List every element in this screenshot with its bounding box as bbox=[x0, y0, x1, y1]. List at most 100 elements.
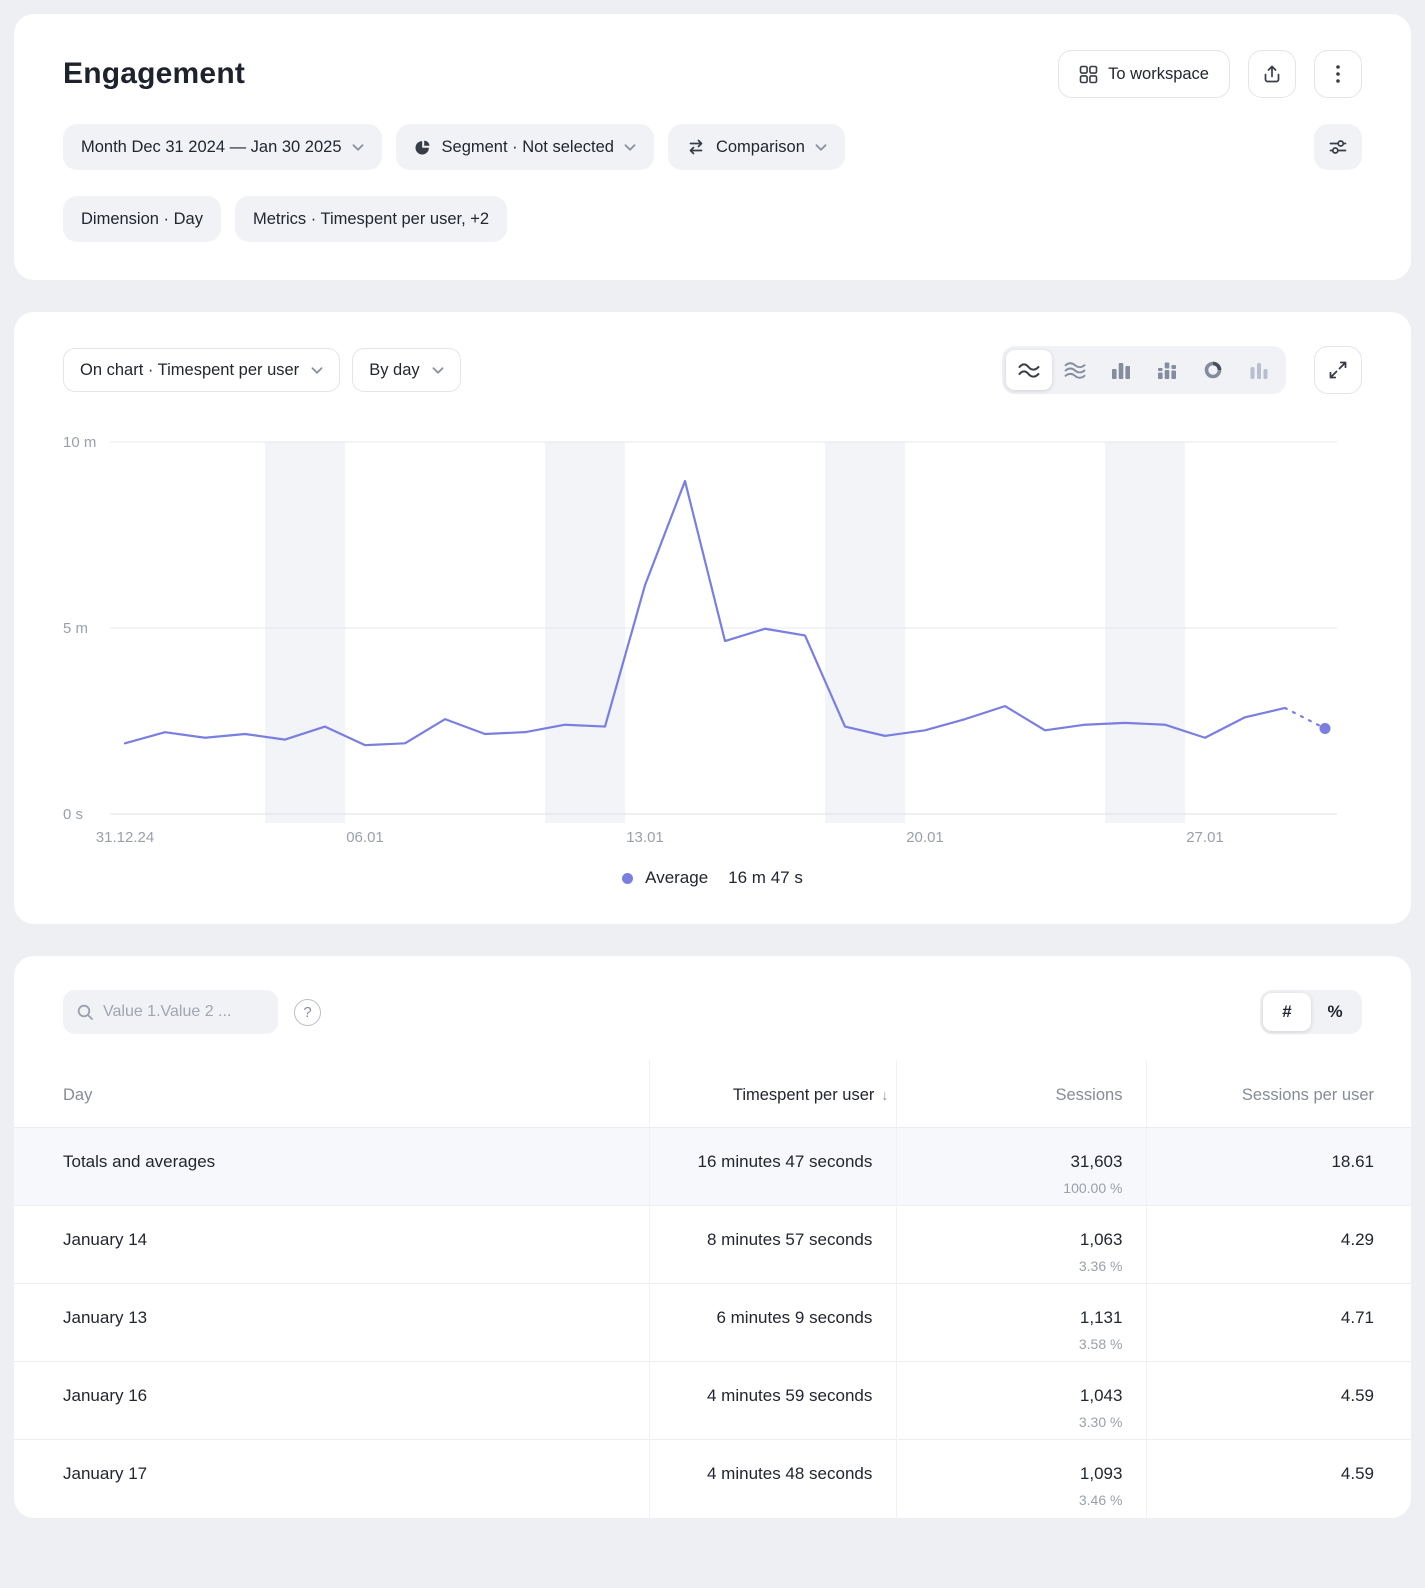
timespent-cell: 8 minutes 57 seconds bbox=[650, 1206, 897, 1284]
granularity-dropdown[interactable]: By day bbox=[352, 348, 460, 392]
day-cell: January 13 bbox=[14, 1284, 650, 1362]
metrics-chip[interactable]: Metrics · Timespent per user, +2 bbox=[235, 196, 507, 242]
column-header-sessions[interactable]: Sessions bbox=[897, 1060, 1147, 1128]
chart-type-histogram-button[interactable] bbox=[1236, 350, 1282, 390]
sort-desc-icon: ↓ bbox=[881, 1087, 888, 1103]
timespent-line-chart[interactable]: 0 s5 m10 m31.12.2406.0113.0120.0127.01 bbox=[63, 424, 1362, 854]
chevron-down-icon bbox=[432, 367, 444, 374]
format-percent-button[interactable]: % bbox=[1311, 993, 1359, 1031]
search-box bbox=[63, 990, 278, 1034]
sessions-value: 1,063 bbox=[909, 1230, 1122, 1250]
stacked-area-icon bbox=[1064, 361, 1086, 379]
comparison-filter-chip[interactable]: Comparison bbox=[668, 124, 845, 170]
legend-series-value: 16 m 47 s bbox=[728, 868, 803, 888]
period-filter-label: Month Dec 31 2024 — Jan 30 2025 bbox=[81, 138, 342, 157]
sessions-per-user-cell: 4.59 bbox=[1147, 1440, 1411, 1518]
sessions-value: 1,131 bbox=[909, 1308, 1122, 1328]
day-cell: January 17 bbox=[14, 1440, 650, 1518]
sessions-value: 1,093 bbox=[909, 1464, 1122, 1484]
column-header-timespent-label: Timespent per user bbox=[733, 1086, 875, 1104]
sessions-percent: 100.00 % bbox=[909, 1180, 1122, 1196]
to-workspace-label: To workspace bbox=[1108, 65, 1209, 84]
metrics-chip-label: Metrics · Timespent per user, +2 bbox=[253, 210, 489, 229]
chart-legend: Average 16 m 47 s bbox=[63, 868, 1362, 888]
day-cell: January 16 bbox=[14, 1362, 650, 1440]
to-workspace-button[interactable]: To workspace bbox=[1058, 50, 1230, 98]
chevron-down-icon bbox=[311, 367, 323, 374]
svg-text:20.01: 20.01 bbox=[906, 829, 944, 846]
comparison-filter-label: Comparison bbox=[716, 138, 805, 157]
svg-text:06.01: 06.01 bbox=[346, 829, 384, 846]
segment-filter-chip[interactable]: Segment · Not selected bbox=[396, 124, 654, 170]
kebab-menu-icon bbox=[1336, 65, 1340, 83]
timespent-cell: 4 minutes 48 seconds bbox=[650, 1440, 897, 1518]
period-filter-chip[interactable]: Month Dec 31 2024 — Jan 30 2025 bbox=[63, 124, 382, 170]
chart-type-pie-button[interactable] bbox=[1190, 350, 1236, 390]
sessions-value: 31,603 bbox=[909, 1152, 1122, 1172]
table-row: January 164 minutes 59 seconds 1,043 3.30 … bbox=[14, 1362, 1411, 1440]
chart-type-columns-button[interactable] bbox=[1098, 350, 1144, 390]
on-chart-metric-label: On chart · Timespent per user bbox=[80, 361, 299, 380]
engagement-table: Day Timespent per user ↓ Sessions Session… bbox=[14, 1060, 1411, 1518]
header-actions: To workspace bbox=[1058, 50, 1362, 98]
sessions-per-user-cell: 4.59 bbox=[1147, 1362, 1411, 1440]
dimension-chip-label: Dimension · Day bbox=[81, 210, 203, 229]
dimension-chip[interactable]: Dimension · Day bbox=[63, 196, 221, 242]
table-row: January 174 minutes 48 seconds1,0933.46 … bbox=[14, 1440, 1411, 1518]
sessions-value: 1,043 bbox=[909, 1386, 1122, 1406]
sessions-percent: 3.30 % bbox=[909, 1414, 1122, 1430]
resize-chart-icon bbox=[1328, 360, 1348, 380]
table-row: January 148 minutes 57 seconds 1,063 3.36 … bbox=[14, 1206, 1411, 1284]
on-chart-metric-dropdown[interactable]: On chart · Timespent per user bbox=[63, 348, 340, 392]
segment-pie-icon bbox=[414, 138, 432, 156]
svg-text:10 m: 10 m bbox=[63, 434, 96, 451]
chart-type-line-button[interactable] bbox=[1006, 350, 1052, 390]
more-menu-button[interactable] bbox=[1314, 50, 1362, 98]
timespent-cell: 4 minutes 59 seconds bbox=[650, 1362, 897, 1440]
page-title: Engagement bbox=[63, 57, 245, 91]
export-button[interactable] bbox=[1248, 50, 1296, 98]
timespent-cell: 16 minutes 47 seconds bbox=[650, 1128, 897, 1206]
svg-text:0 s: 0 s bbox=[63, 806, 83, 823]
engagement-page: Engagement To workspace bbox=[0, 0, 1425, 1532]
column-header-timespent[interactable]: Timespent per user ↓ bbox=[650, 1060, 897, 1128]
sessions-cell: 31,603 100.00 % bbox=[897, 1128, 1147, 1206]
search-input[interactable] bbox=[103, 1003, 265, 1021]
comparison-icon bbox=[686, 137, 706, 157]
granularity-label: By day bbox=[369, 361, 419, 380]
sessions-cell: 1,043 3.30 % bbox=[897, 1362, 1147, 1440]
chart-card: On chart · Timespent per user By day bbox=[14, 312, 1411, 924]
legend-dot bbox=[622, 873, 633, 884]
legend-series-name: Average bbox=[645, 868, 708, 888]
table-row-totals: Totals and averages16 minutes 47 seconds… bbox=[14, 1128, 1411, 1206]
search-icon bbox=[76, 1003, 94, 1021]
chart-type-stacked-area-button[interactable] bbox=[1052, 350, 1098, 390]
svg-text:13.01: 13.01 bbox=[626, 829, 664, 846]
chart-type-stacked-columns-button[interactable] bbox=[1144, 350, 1190, 390]
day-cell: January 14 bbox=[14, 1206, 650, 1284]
svg-text:31.12.24: 31.12.24 bbox=[96, 829, 154, 846]
sliders-icon bbox=[1328, 137, 1348, 157]
sessions-cell: 1,0933.46 % bbox=[897, 1440, 1147, 1518]
sessions-percent: 3.36 % bbox=[909, 1258, 1122, 1274]
histogram-icon bbox=[1248, 361, 1270, 379]
chevron-down-icon bbox=[815, 144, 827, 151]
chevron-down-icon bbox=[624, 144, 636, 151]
svg-text:27.01: 27.01 bbox=[1186, 829, 1224, 846]
table-header-row: Day Timespent per user ↓ Sessions Session… bbox=[14, 1060, 1411, 1128]
chevron-down-icon bbox=[352, 144, 364, 151]
pie-chart-icon bbox=[1202, 360, 1224, 380]
column-header-sessions-per-user[interactable]: Sessions per user bbox=[1147, 1060, 1411, 1128]
sessions-per-user-cell: 4.29 bbox=[1147, 1206, 1411, 1284]
collapse-chart-button[interactable] bbox=[1314, 346, 1362, 394]
report-settings-button[interactable] bbox=[1314, 124, 1362, 170]
chart-type-switcher bbox=[1002, 346, 1286, 394]
column-header-day[interactable]: Day bbox=[14, 1060, 650, 1128]
format-number-button[interactable]: # bbox=[1263, 993, 1311, 1031]
table-card: ? # % Day Timespent per user ↓ Sessions S… bbox=[14, 956, 1411, 1518]
line-chart-icon bbox=[1018, 361, 1040, 379]
number-format-switcher: # % bbox=[1260, 990, 1362, 1034]
sessions-percent: 3.58 % bbox=[909, 1336, 1122, 1352]
table-body: Totals and averages16 minutes 47 seconds… bbox=[14, 1128, 1411, 1518]
help-icon[interactable]: ? bbox=[294, 999, 321, 1026]
